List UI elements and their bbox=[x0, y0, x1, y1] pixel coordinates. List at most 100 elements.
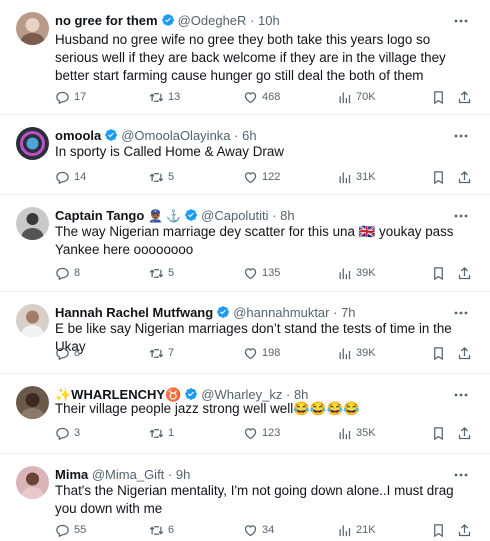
display-name[interactable]: Captain Tango bbox=[55, 208, 144, 223]
verified-badge-icon bbox=[105, 129, 118, 141]
like-button[interactable]: 135 bbox=[243, 264, 280, 282]
like-button[interactable]: 122 bbox=[243, 168, 280, 186]
views-button[interactable]: 39K bbox=[337, 264, 376, 282]
repost-button[interactable]: 13 bbox=[149, 88, 180, 106]
reply-button[interactable]: 14 bbox=[55, 168, 86, 186]
views-button[interactable]: 21K bbox=[337, 521, 376, 539]
tweet-text: Their village people jazz strong well we… bbox=[55, 401, 360, 416]
tweet-text: Husband no gree wife no gree they both t… bbox=[55, 32, 446, 83]
avatar[interactable] bbox=[16, 127, 49, 160]
repost-icon bbox=[149, 348, 164, 358]
more-icon[interactable] bbox=[452, 12, 470, 30]
like-button[interactable]: 468 bbox=[243, 88, 280, 106]
share-icon bbox=[458, 426, 471, 439]
reply-button[interactable]: 55 bbox=[55, 521, 86, 539]
repost-button[interactable]: 5 bbox=[149, 168, 174, 186]
views-icon bbox=[339, 268, 351, 279]
views-button[interactable]: 39K bbox=[337, 344, 376, 362]
reply-icon bbox=[56, 267, 69, 280]
share-button[interactable] bbox=[457, 168, 472, 186]
like-icon bbox=[244, 347, 257, 359]
views-icon bbox=[339, 172, 351, 183]
views-button[interactable]: 35K bbox=[337, 424, 376, 442]
avatar[interactable] bbox=[16, 466, 49, 499]
action-bar: 8 5 135 39K bbox=[55, 264, 475, 282]
reply-icon bbox=[56, 347, 69, 360]
like-button[interactable]: 198 bbox=[243, 344, 280, 362]
tweet[interactable]: Mima @Mima_Gift · 9h That's the Nigerian… bbox=[0, 454, 490, 541]
handle[interactable]: @OdegheR bbox=[178, 13, 247, 28]
bookmark-button[interactable] bbox=[431, 424, 446, 442]
like-count: 198 bbox=[262, 347, 281, 359]
reply-button[interactable]: 17 bbox=[55, 88, 86, 106]
reply-count: 55 bbox=[74, 524, 87, 536]
share-button[interactable] bbox=[457, 521, 472, 539]
tweet[interactable]: Captain Tango 👮🏾‍♂️ ⚓ @Capolutiti · 8h Th… bbox=[0, 195, 490, 292]
avatar[interactable] bbox=[16, 386, 49, 419]
repost-button[interactable]: 6 bbox=[149, 521, 174, 539]
repost-count: 5 bbox=[168, 267, 175, 279]
repost-icon bbox=[149, 428, 164, 438]
display-name[interactable]: omoola bbox=[55, 128, 101, 143]
reply-button[interactable]: 8 bbox=[55, 344, 80, 362]
bookmark-button[interactable] bbox=[431, 521, 446, 539]
views-icon bbox=[339, 428, 351, 439]
share-icon bbox=[458, 346, 471, 359]
share-button[interactable] bbox=[457, 88, 472, 106]
tweet-text: That's the Nigerian mentality, I'm not g… bbox=[55, 483, 454, 516]
verified-badge-icon bbox=[185, 388, 198, 400]
handle[interactable]: @Mima_Gift bbox=[92, 467, 164, 482]
handle[interactable]: @hannahmuktar bbox=[233, 305, 329, 320]
tweet-text: In sporty is Called Home & Away Draw bbox=[55, 144, 284, 159]
like-button[interactable]: 123 bbox=[243, 424, 280, 442]
views-button[interactable]: 70K bbox=[337, 88, 376, 106]
like-button[interactable]: 34 bbox=[243, 521, 274, 539]
reply-icon bbox=[56, 427, 69, 440]
repost-button[interactable]: 5 bbox=[149, 264, 174, 282]
like-count: 34 bbox=[262, 524, 275, 536]
action-bar: 17 13 468 70K bbox=[55, 88, 475, 106]
reply-count: 8 bbox=[74, 347, 81, 359]
repost-button[interactable]: 1 bbox=[149, 424, 174, 442]
timestamp[interactable]: · 10h bbox=[250, 13, 280, 28]
repost-button[interactable]: 7 bbox=[149, 344, 174, 362]
avatar[interactable] bbox=[16, 207, 49, 240]
display-name[interactable]: Mima bbox=[55, 467, 88, 482]
timestamp[interactable]: · 7h bbox=[333, 305, 355, 320]
share-button[interactable] bbox=[457, 424, 472, 442]
tweet[interactable]: ✨WHARLENCHY♉ @Wharley_kz · 8h Their villa… bbox=[0, 374, 490, 454]
timestamp[interactable]: · 6h bbox=[234, 128, 256, 143]
views-button[interactable]: 31K bbox=[337, 168, 376, 186]
tweet[interactable]: no gree for them @OdegheR · 10h Husband n… bbox=[0, 0, 490, 115]
bookmark-icon bbox=[434, 266, 443, 280]
avatar[interactable] bbox=[16, 12, 49, 45]
bookmark-button[interactable] bbox=[431, 264, 446, 282]
views-count: 39K bbox=[356, 347, 376, 359]
views-icon bbox=[339, 92, 351, 103]
share-icon bbox=[458, 170, 471, 183]
views-count: 21K bbox=[356, 524, 376, 536]
reply-button[interactable]: 8 bbox=[55, 264, 80, 282]
tweet-header: no gree for them @OdegheR · 10h bbox=[55, 12, 480, 30]
share-button[interactable] bbox=[457, 344, 472, 362]
views-count: 70K bbox=[356, 91, 376, 103]
share-button[interactable] bbox=[457, 264, 472, 282]
reply-icon bbox=[56, 171, 69, 184]
handle[interactable]: @OmoolaOlayinka bbox=[121, 128, 230, 143]
timestamp[interactable]: · 8h bbox=[272, 208, 294, 223]
tweet[interactable]: Hannah Rachel Mutfwang @hannahmuktar · 7h… bbox=[0, 292, 490, 374]
reply-count: 3 bbox=[74, 427, 81, 439]
bookmark-icon bbox=[434, 523, 443, 537]
display-name[interactable]: Hannah Rachel Mutfwang bbox=[55, 305, 213, 320]
handle[interactable]: @Capolutiti bbox=[201, 208, 268, 223]
avatar[interactable] bbox=[16, 304, 49, 337]
bookmark-button[interactable] bbox=[431, 344, 446, 362]
bookmark-button[interactable] bbox=[431, 88, 446, 106]
timestamp[interactable]: · 9h bbox=[168, 467, 190, 482]
display-name[interactable]: no gree for them bbox=[55, 13, 158, 28]
reply-button[interactable]: 3 bbox=[55, 424, 80, 442]
like-count: 135 bbox=[262, 267, 281, 279]
like-count: 123 bbox=[262, 427, 281, 439]
tweet[interactable]: omoola @OmoolaOlayinka · 6h In sporty is … bbox=[0, 115, 490, 195]
bookmark-button[interactable] bbox=[431, 168, 446, 186]
